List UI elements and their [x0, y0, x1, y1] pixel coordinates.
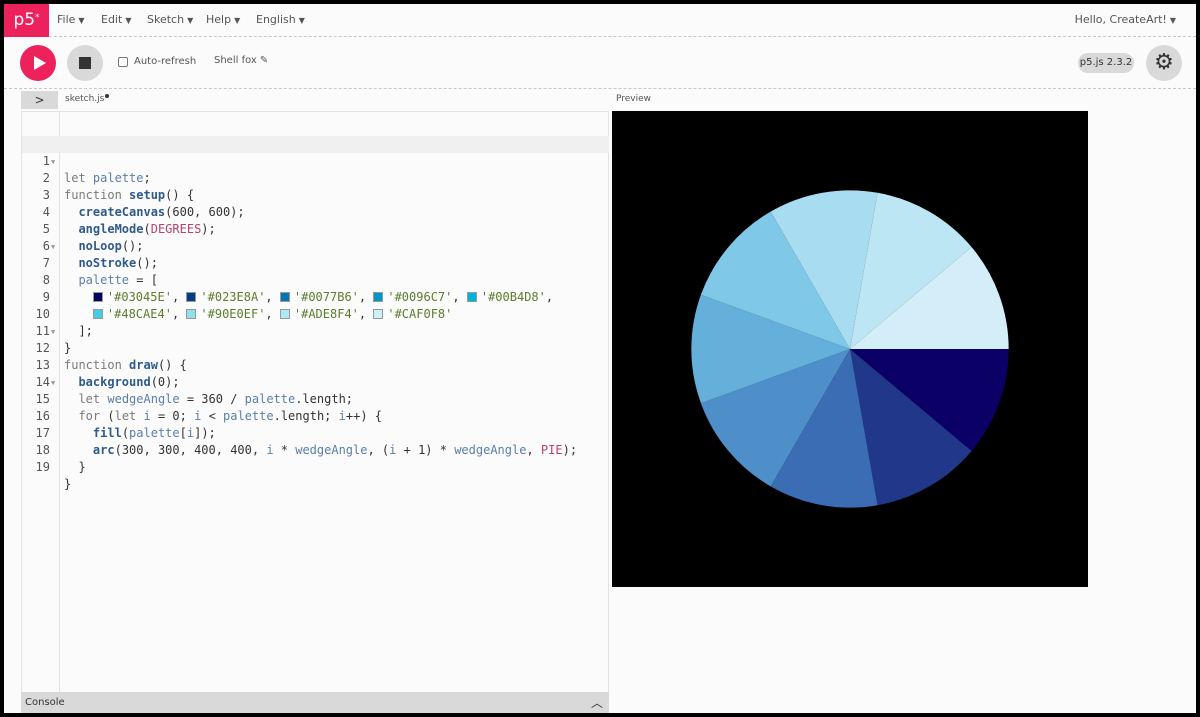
code-line[interactable]: 3 createCanvas(600, 600);: [22, 170, 609, 219]
console-label: Console: [25, 697, 65, 708]
version-badge[interactable]: p5.js 2.3.2: [1078, 53, 1134, 73]
code-line[interactable]: 9 '#48CAE4', '#90E0EF', '#ADE8F4', '#CAF…: [22, 272, 609, 321]
pencil-icon[interactable]: ✎: [260, 55, 268, 66]
menu-sketch[interactable]: Sketch ▼: [147, 13, 193, 26]
pie-drawing: [691, 190, 1009, 508]
code-line[interactable]: 19 }: [22, 442, 609, 491]
sidebar-toggle-button[interactable]: >: [21, 91, 58, 109]
fold-arrow-icon[interactable]: ▼: [51, 375, 55, 392]
play-button[interactable]: [20, 45, 56, 81]
user-menu[interactable]: Hello, CreateArt! ▼: [1075, 13, 1176, 26]
preview-label: Preview: [616, 94, 652, 104]
code-line[interactable]: 13 background(0);: [22, 340, 609, 389]
code-line[interactable]: 5 noLoop();: [22, 204, 609, 253]
chevron-down-icon: ▼: [298, 16, 305, 25]
chevron-down-icon: ▼: [1169, 16, 1176, 25]
code-line[interactable]: 17 arc(300, 300, 400, 400, i * wedgeAngl…: [22, 408, 609, 457]
code-line[interactable]: 1 let palette;: [22, 136, 609, 185]
code-line[interactable]: 12 ▼ function draw() {: [22, 323, 609, 372]
chevron-down-icon: ▼: [187, 16, 194, 25]
code-line[interactable]: 15 ▼ for (let i = 0; i < palette.length; …: [22, 374, 609, 423]
auto-refresh-label[interactable]: Auto-refresh: [134, 56, 196, 67]
stop-button[interactable]: [67, 45, 103, 81]
settings-gear-icon[interactable]: ⚙: [1146, 45, 1182, 81]
menu-language[interactable]: English ▼: [256, 13, 305, 26]
unsaved-indicator: [105, 94, 110, 98]
menu-edit[interactable]: Edit ▼: [101, 13, 131, 26]
chevron-up-icon[interactable]: ︿: [591, 694, 603, 711]
chevron-right-icon: >: [34, 93, 45, 107]
app-frame: p5* File ▼ Edit ▼ Sketch ▼ Help ▼ English ▼ H…: [4, 4, 1196, 713]
fold-arrow-icon[interactable]: ▼: [51, 239, 55, 256]
code-line[interactable]: 2 ▼ function setup() {: [22, 153, 609, 202]
top-nav: p5* File ▼ Edit ▼ Sketch ▼ Help ▼ English ▼ H…: [4, 4, 1196, 37]
code-line[interactable]: 6 noStroke();: [22, 221, 609, 270]
file-tab[interactable]: sketch.js: [65, 94, 110, 104]
fold-arrow-icon[interactable]: ▼: [51, 324, 55, 341]
code-line[interactable]: 10 ];: [22, 289, 609, 338]
code-line[interactable]: 14 let wedgeAngle = 360 / palette.length…: [22, 357, 609, 406]
preview-canvas[interactable]: [612, 111, 1088, 587]
toolbar: Auto-refresh Shell fox ✎ p5.js 2.3.2 ⚙: [4, 37, 1196, 89]
code-line[interactable]: 18 }: [22, 425, 609, 474]
code-editor[interactable]: 1 let palette; 2 ▼ function setup() { 3 c…: [21, 111, 609, 692]
chevron-down-icon: ▼: [234, 16, 241, 25]
p5-logo[interactable]: p5*: [4, 4, 49, 37]
menu-file[interactable]: File ▼: [57, 13, 85, 26]
sketch-name[interactable]: Shell fox ✎: [214, 55, 268, 66]
line-number: 19: [35, 460, 50, 474]
auto-refresh-checkbox[interactable]: [118, 57, 128, 67]
code-line[interactable]: 8 '#03045E', '#023E8A', '#0077B6', '#009…: [22, 255, 609, 304]
chevron-down-icon: ▼: [125, 16, 132, 25]
code-line[interactable]: 16 fill(palette[i]);: [22, 391, 609, 440]
menu-help[interactable]: Help ▼: [206, 13, 240, 26]
fold-arrow-icon[interactable]: ▼: [51, 154, 55, 171]
code-line[interactable]: 7 ▼ palette = [: [22, 238, 609, 287]
console-bar[interactable]: Console ︿: [21, 692, 609, 713]
code-line[interactable]: 4 angleMode(DEGREES);: [22, 187, 609, 236]
chevron-down-icon: ▼: [78, 16, 85, 25]
code-line[interactable]: 11 }: [22, 306, 609, 355]
